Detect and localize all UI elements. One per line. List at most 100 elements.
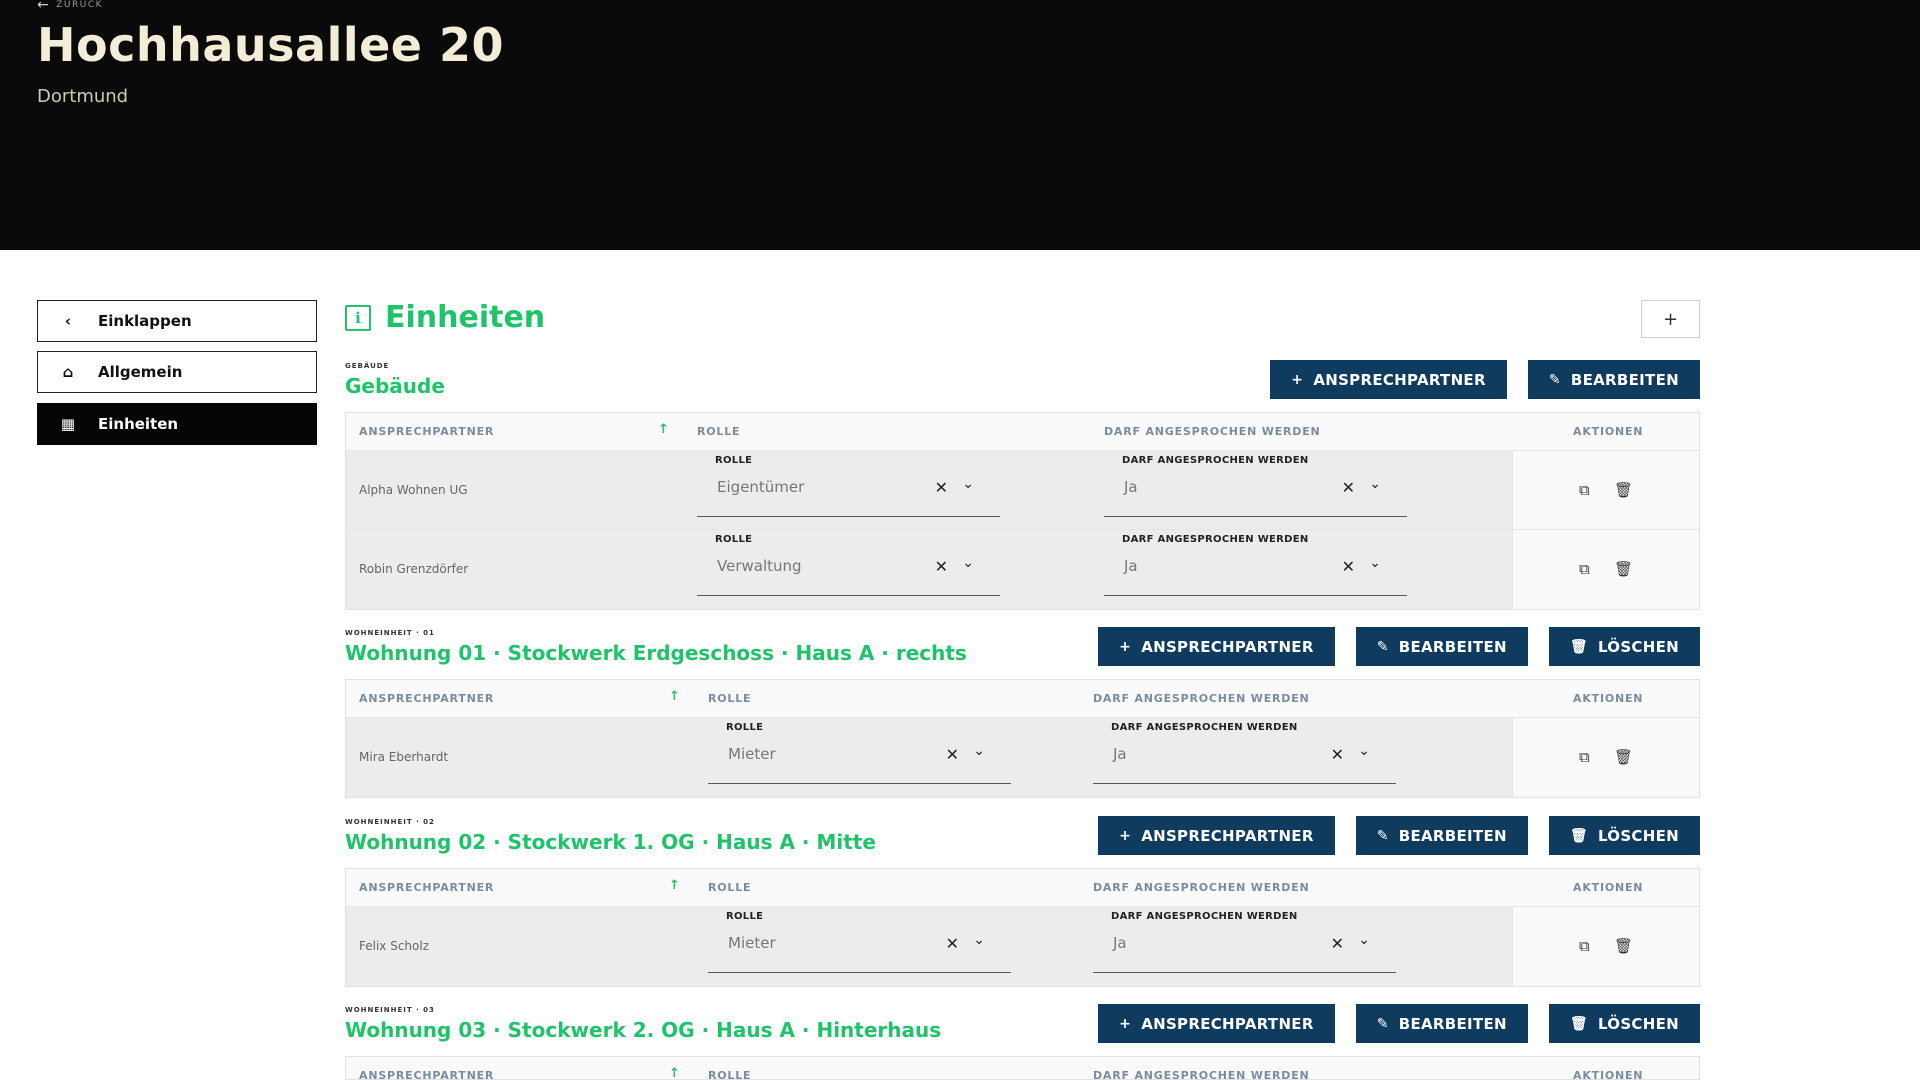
field-value: Verwaltung xyxy=(717,557,802,575)
table-row: Robin Grenzdörfer ROLLE Verwaltung ✕ ⌄ D… xyxy=(346,530,1699,609)
add-unit-button[interactable]: + xyxy=(1641,300,1700,338)
column-header-rolle: ROLLE xyxy=(708,692,752,705)
chevron-down-icon[interactable]: ⌄ xyxy=(962,555,974,571)
add-contact-button[interactable]: + ANSPRECHPARTNER xyxy=(1098,816,1335,855)
role-select[interactable]: ROLLE Eigentümer ✕ ⌄ xyxy=(697,451,1000,517)
contactable-select[interactable]: DARF ANGESPROCHEN WERDEN Ja ✕ ⌄ xyxy=(1093,907,1396,973)
button-label: ANSPRECHPARTNER xyxy=(1141,1014,1314,1033)
edit-button[interactable]: ✎ BEARBEITEN xyxy=(1355,816,1528,855)
role-select[interactable]: ROLLE Verwaltung ✕ ⌄ xyxy=(697,530,1000,596)
button-label: ANSPRECHPARTNER xyxy=(1141,637,1314,656)
page-subtitle: Dortmund xyxy=(37,86,129,107)
table-header: ANSPRECHPARTNER ↑ ROLLE DARF ANGESPROCHE… xyxy=(346,413,1699,451)
contact-name: Robin Grenzdörfer xyxy=(359,562,469,576)
unit-block: WOHNEINHEIT · 03 Wohnung 03 · Stockwerk … xyxy=(345,1004,1700,1080)
column-header-aktionen: AKTIONEN xyxy=(1573,692,1644,705)
sort-up-icon[interactable]: ↑ xyxy=(669,689,681,704)
actions-cell: ⧉ 🗑 xyxy=(1512,907,1699,986)
field-value: Ja xyxy=(1113,745,1127,763)
clear-icon[interactable]: ✕ xyxy=(1331,934,1344,953)
edit-button[interactable]: ✎ BEARBEITEN xyxy=(1355,1004,1528,1043)
open-external-icon[interactable]: ⧉ xyxy=(1579,748,1590,766)
chevron-down-icon[interactable]: ⌄ xyxy=(1358,743,1370,759)
delete-button[interactable]: 🗑 LÖSCHEN xyxy=(1548,627,1700,666)
clear-icon[interactable]: ✕ xyxy=(946,934,959,953)
actions-cell: ⧉ 🗑 xyxy=(1512,530,1699,609)
field-label: ROLLE xyxy=(726,911,764,922)
contacts-table: ANSPRECHPARTNER ↑ ROLLE DARF ANGESPROCHE… xyxy=(345,868,1700,987)
trash-icon[interactable]: 🗑 xyxy=(1614,560,1633,578)
trash-icon[interactable]: 🗑 xyxy=(1614,937,1633,955)
add-contact-button[interactable]: + ANSPRECHPARTNER xyxy=(1098,1004,1335,1043)
sidebar-item-allgemein[interactable]: ⌂ Allgemein xyxy=(37,351,317,393)
chevron-down-icon[interactable]: ⌄ xyxy=(1369,555,1381,571)
clear-icon[interactable]: ✕ xyxy=(935,478,948,497)
clear-icon[interactable]: ✕ xyxy=(1331,745,1344,764)
sidebar-item-einklappen[interactable]: ‹ Einklappen xyxy=(37,300,317,342)
button-label: LÖSCHEN xyxy=(1597,826,1679,845)
chevron-down-icon[interactable]: ⌄ xyxy=(1358,932,1370,948)
clear-icon[interactable]: ✕ xyxy=(1342,557,1355,576)
add-contact-button[interactable]: + ANSPRECHPARTNER xyxy=(1098,627,1335,666)
open-external-icon[interactable]: ⧉ xyxy=(1579,560,1590,578)
field-label: ROLLE xyxy=(726,722,764,733)
table-header: ANSPRECHPARTNER ↑ ROLLE DARF ANGESPROCHE… xyxy=(346,869,1699,907)
contactable-select[interactable]: DARF ANGESPROCHEN WERDEN Ja ✕ ⌄ xyxy=(1093,718,1396,784)
delete-button[interactable]: 🗑 LÖSCHEN xyxy=(1548,816,1700,855)
trash-icon[interactable]: 🗑 xyxy=(1614,748,1633,766)
column-header-partner[interactable]: ANSPRECHPARTNER xyxy=(359,692,494,705)
chevron-down-icon[interactable]: ⌄ xyxy=(973,932,985,948)
column-header-partner[interactable]: ANSPRECHPARTNER xyxy=(359,425,494,438)
home-icon: ⌂ xyxy=(62,363,74,381)
pencil-icon: ✎ xyxy=(1376,1015,1389,1032)
column-header-darf: DARF ANGESPROCHEN WERDEN xyxy=(1093,881,1310,894)
unit-actions: + ANSPRECHPARTNER ✎ BEARBEITEN 🗑 LÖSCHEN xyxy=(1098,1004,1700,1043)
add-contact-button[interactable]: + ANSPRECHPARTNER xyxy=(1270,360,1507,399)
table-row: Felix Scholz ROLLE Mieter ✕ ⌄ DARF ANGES… xyxy=(346,907,1699,986)
actions-cell: ⧉ 🗑 xyxy=(1512,718,1699,797)
clear-icon[interactable]: ✕ xyxy=(935,557,948,576)
sidebar-item-einheiten[interactable]: ▦ Einheiten xyxy=(37,403,317,445)
role-select[interactable]: ROLLE Mieter ✕ ⌄ xyxy=(708,907,1011,973)
open-external-icon[interactable]: ⧉ xyxy=(1579,481,1590,499)
contactable-select[interactable]: DARF ANGESPROCHEN WERDEN Ja ✕ ⌄ xyxy=(1104,530,1407,596)
chevron-left-icon: ‹ xyxy=(64,312,72,330)
column-header-partner[interactable]: ANSPRECHPARTNER xyxy=(359,1069,494,1079)
button-label: ANSPRECHPARTNER xyxy=(1313,370,1486,389)
chevron-down-icon[interactable]: ⌄ xyxy=(1369,476,1381,492)
sort-up-icon[interactable]: ↑ xyxy=(669,878,681,893)
field-label: DARF ANGESPROCHEN WERDEN xyxy=(1122,455,1309,466)
table-row: Mira Eberhardt ROLLE Mieter ✕ ⌄ DARF ANG… xyxy=(346,718,1699,797)
role-select[interactable]: ROLLE Mieter ✕ ⌄ xyxy=(708,718,1011,784)
table-header: ANSPRECHPARTNER ↑ ROLLE DARF ANGESPROCHE… xyxy=(346,680,1699,718)
back-link[interactable]: ← ZURÜCK xyxy=(37,0,103,13)
clear-icon[interactable]: ✕ xyxy=(1342,478,1355,497)
open-external-icon[interactable]: ⧉ xyxy=(1579,937,1590,955)
field-value: Ja xyxy=(1113,934,1127,952)
unit-block: WOHNEINHEIT · 02 Wohnung 02 · Stockwerk … xyxy=(345,816,1700,987)
button-label: BEARBEITEN xyxy=(1398,637,1507,656)
delete-button[interactable]: 🗑 LÖSCHEN xyxy=(1548,1004,1700,1043)
contact-name: Alpha Wohnen UG xyxy=(359,483,468,497)
sidebar-item-label: Allgemein xyxy=(98,363,183,381)
plus-icon: + xyxy=(1119,827,1132,844)
sort-up-icon[interactable]: ↑ xyxy=(669,1066,681,1079)
sort-up-icon[interactable]: ↑ xyxy=(658,422,670,437)
field-value: Ja xyxy=(1124,478,1138,496)
column-header-partner[interactable]: ANSPRECHPARTNER xyxy=(359,881,494,894)
page-title: Hochhausallee 20 xyxy=(37,18,505,72)
field-value: Mieter xyxy=(728,745,776,763)
trash-icon[interactable]: 🗑 xyxy=(1614,481,1633,499)
chevron-down-icon[interactable]: ⌄ xyxy=(962,476,974,492)
plus-icon: + xyxy=(1291,371,1304,388)
unit-block: GEBÄUDE Gebäude + ANSPRECHPARTNER ✎ BEARBE… xyxy=(345,360,1700,610)
unit-actions: + ANSPRECHPARTNER ✎ BEARBEITEN xyxy=(1270,360,1700,399)
edit-button[interactable]: ✎ BEARBEITEN xyxy=(1527,360,1700,399)
actions-cell: ⧉ 🗑 xyxy=(1512,451,1699,529)
column-header-darf: DARF ANGESPROCHEN WERDEN xyxy=(1093,692,1310,705)
edit-button[interactable]: ✎ BEARBEITEN xyxy=(1355,627,1528,666)
chevron-down-icon[interactable]: ⌄ xyxy=(973,743,985,759)
unit-block: WOHNEINHEIT · 01 Wohnung 01 · Stockwerk … xyxy=(345,627,1700,798)
contactable-select[interactable]: DARF ANGESPROCHEN WERDEN Ja ✕ ⌄ xyxy=(1104,451,1407,517)
clear-icon[interactable]: ✕ xyxy=(946,745,959,764)
